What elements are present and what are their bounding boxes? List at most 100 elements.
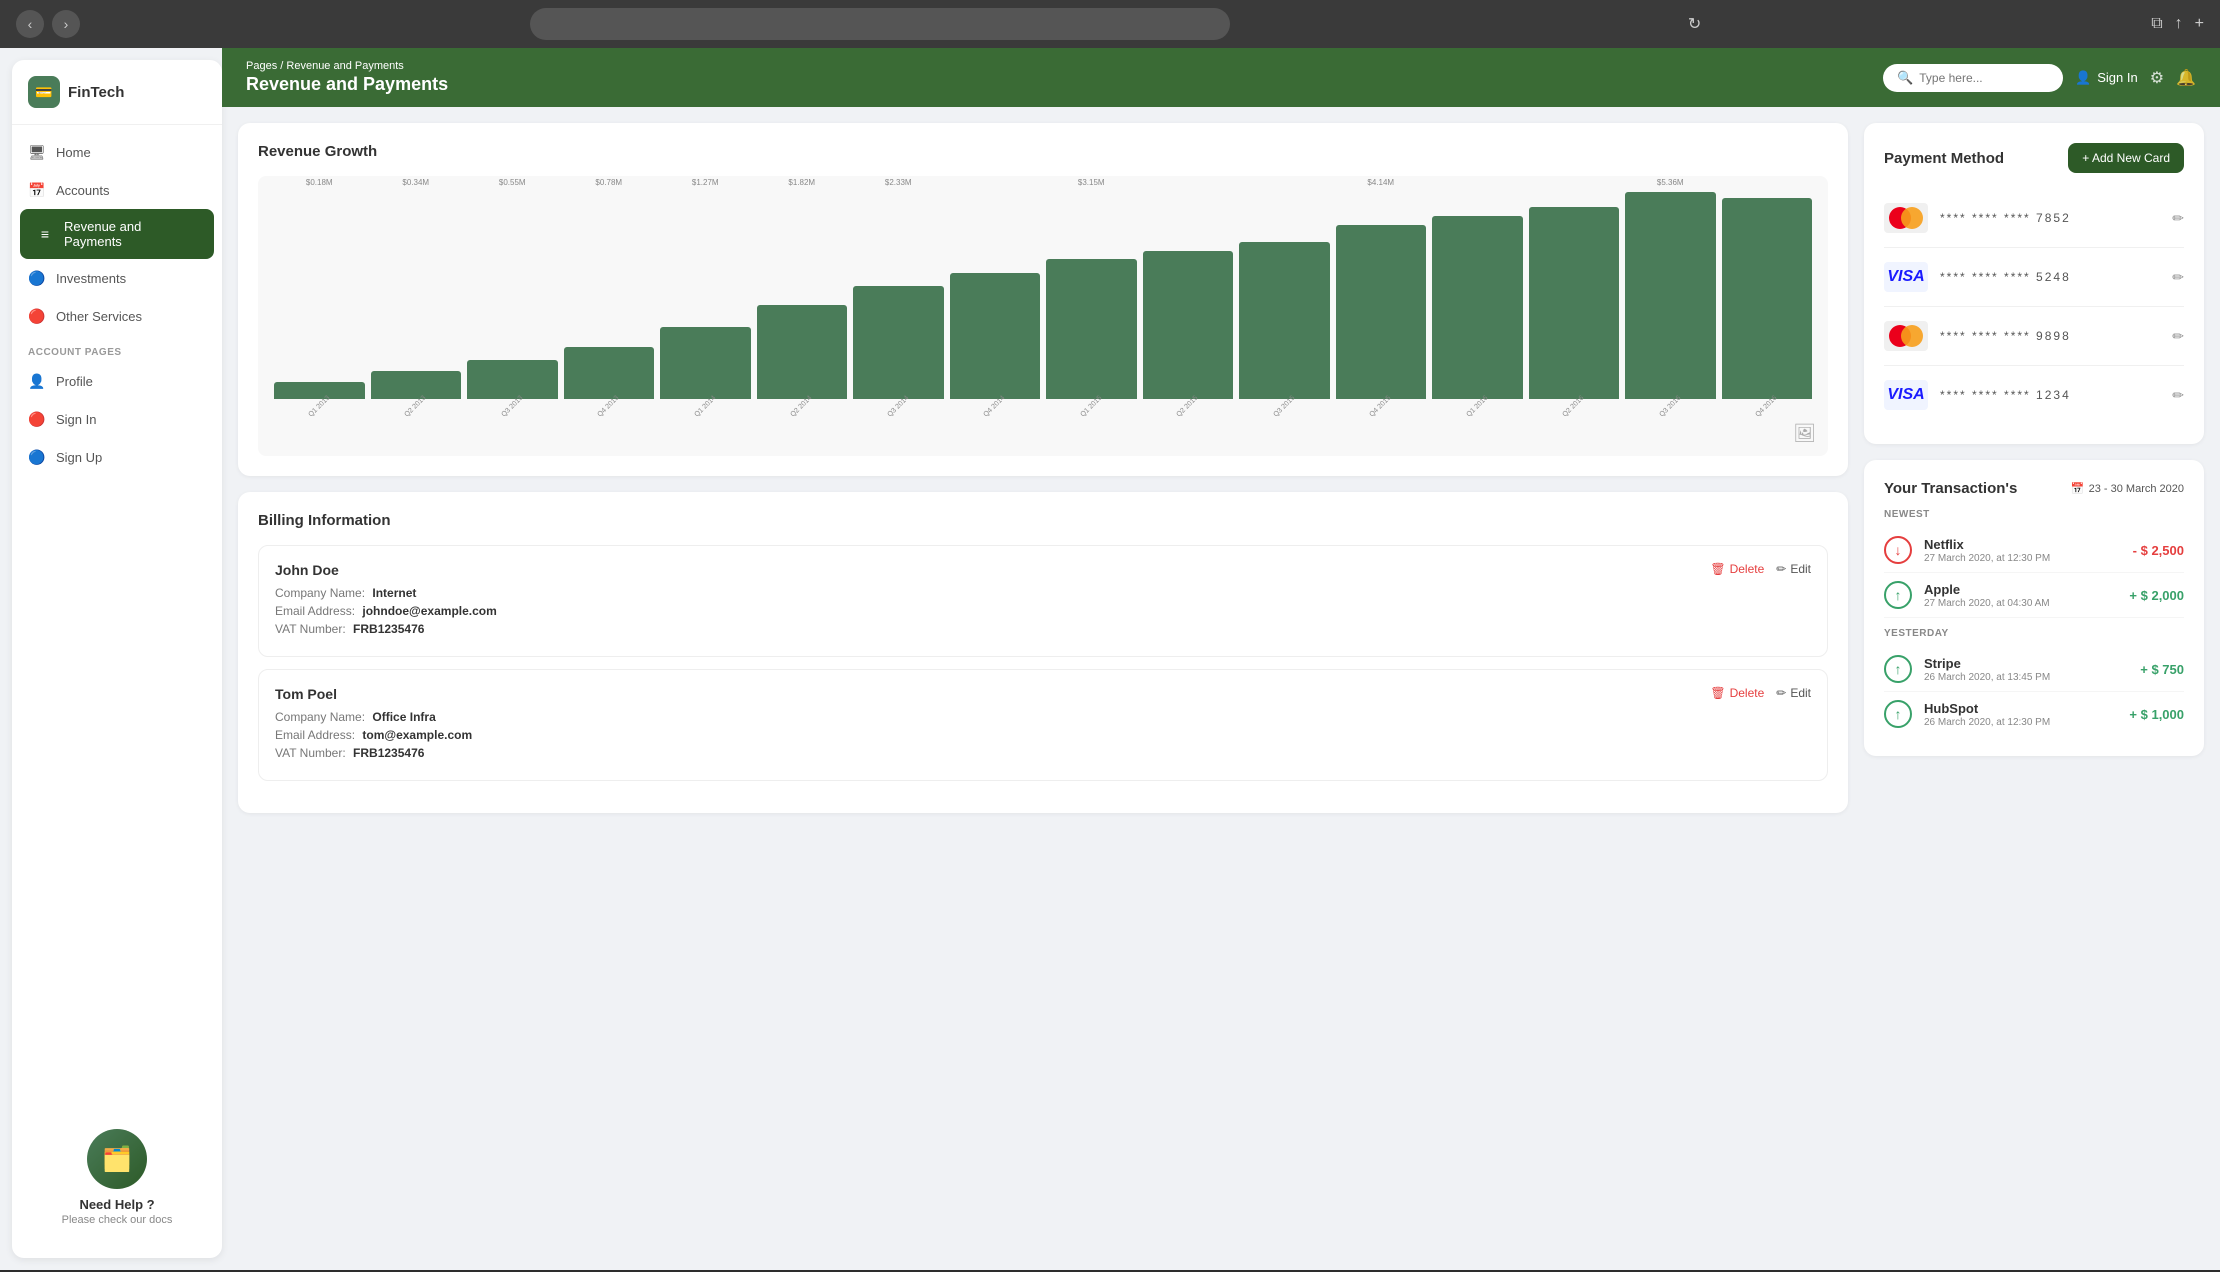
trash-icon-0: 🗑 (1710, 562, 1725, 576)
edit-card-icon-2[interactable]: ✏ (2172, 328, 2184, 345)
delete-button-0[interactable]: 🗑 Delete (1710, 562, 1764, 576)
sidebar-help: 🗂️ Need Help ? Please check our docs (12, 1113, 222, 1242)
sidebar-item-accounts[interactable]: 📅 Accounts (12, 171, 222, 209)
bar-label-5: $1.82M (788, 178, 815, 187)
bar-12 (1432, 216, 1523, 399)
billing-actions-1: 🗑 Delete ✏ Edit (1710, 686, 1811, 700)
bar-label-6: $2.33M (885, 178, 912, 187)
forward-button[interactable]: › (52, 10, 80, 38)
help-icon-container: 🗂️ (87, 1129, 147, 1189)
bar-wrapper-6: $2.33MQ3 2014 (853, 192, 944, 410)
edit-button-1[interactable]: ✏ Edit (1776, 686, 1811, 700)
bar-label-8: $3.15M (1078, 178, 1105, 187)
mc-circle2-0 (1901, 207, 1923, 229)
bell-icon[interactable]: 🔔 (2176, 68, 2196, 88)
content-right: Payment Method + Add New Card (1864, 123, 2204, 1254)
bar-label-3: $0.78M (595, 178, 622, 187)
chart-bars: $0.18MQ1 2013$0.34MQ2 2013$0.55MQ3 2013$… (274, 192, 1812, 440)
bar-wrapper-12: Q1 2016 (1432, 192, 1523, 410)
accounts-icon: 📅 (28, 181, 46, 199)
edit-label-1: Edit (1790, 686, 1811, 700)
tx-amount-netflix: - $ 2,500 (2133, 543, 2184, 558)
tx-amount-hubspot: + $ 1,000 (2129, 707, 2184, 722)
bar-5 (757, 305, 848, 399)
sidebar-item-signin[interactable]: 🔴 Sign In (12, 400, 222, 438)
reload-button[interactable]: ↻ (1688, 14, 1701, 34)
bar-label-11: $4.14M (1367, 178, 1394, 187)
edit-button-0[interactable]: ✏ Edit (1776, 562, 1811, 576)
browser-nav: ‹ › (16, 10, 80, 38)
transactions-title: Your Transaction's (1884, 480, 2017, 497)
logo-text: FinTech (68, 84, 124, 101)
card-dots-2: **** **** **** 9898 (1940, 329, 2071, 343)
sidebar-item-home[interactable]: 🖥 Home (12, 133, 222, 171)
signin-label: Sign In (2097, 70, 2137, 85)
payment-left-3: VISA **** **** **** 1234 (1884, 380, 2071, 410)
bar-6 (853, 286, 944, 399)
bar-wrapper-13: Q2 2016 (1529, 192, 1620, 410)
payment-left-1: VISA **** **** **** 5248 (1884, 262, 2071, 292)
account-section-label: ACCOUNT PAGES (12, 335, 222, 362)
card-dots-1: **** **** **** 5248 (1940, 270, 2071, 284)
payment-item-1: VISA **** **** **** 5248 ✏ (1884, 248, 2184, 307)
tx-info-netflix: Netflix 27 March 2020, at 12:30 PM (1924, 537, 2121, 564)
help-subtitle: Please check our docs (28, 1214, 206, 1226)
bar-10 (1239, 242, 1330, 399)
tx-icon-stripe: ↑ (1884, 655, 1912, 683)
share-icon[interactable]: ↑ (2175, 15, 2183, 33)
delete-button-1[interactable]: 🗑 Delete (1710, 686, 1764, 700)
signup-icon: 🔵 (28, 448, 46, 466)
bar-label-2: $0.55M (499, 178, 526, 187)
bar-label-14: $5.36M (1657, 178, 1684, 187)
add-icon[interactable]: + (2195, 15, 2204, 33)
back-button[interactable]: ‹ (16, 10, 44, 38)
visa-text-3: VISA (1887, 386, 1924, 404)
bar-label-1: $0.34M (402, 178, 429, 187)
sidebar-item-investments[interactable]: 🔵 Investments (12, 259, 222, 297)
card-dots-3: **** **** **** 1234 (1940, 388, 2071, 402)
bar-wrapper-2: $0.55MQ3 2013 (467, 192, 558, 410)
signin-button[interactable]: 👤 Sign In (2075, 70, 2138, 86)
payment-title: Payment Method (1884, 150, 2004, 167)
sidebar-item-other-label: Other Services (56, 309, 142, 324)
newest-label: NEWEST (1884, 509, 2184, 520)
content-area: Revenue Growth $0.18MQ1 2013$0.34MQ2 201… (222, 107, 2220, 1270)
sidebar-item-signup[interactable]: 🔵 Sign Up (12, 438, 222, 476)
delete-label-0: Delete (1730, 562, 1765, 576)
gear-icon[interactable]: ⚙ (2150, 68, 2164, 88)
tx-name-stripe: Stripe (1924, 656, 2128, 671)
sidebar-item-signup-label: Sign Up (56, 450, 102, 465)
user-icon: 👤 (2075, 70, 2091, 86)
bar-2 (467, 360, 558, 399)
transaction-netflix: ↓ Netflix 27 March 2020, at 12:30 PM - $… (1884, 528, 2184, 573)
sidebar-item-other-services[interactable]: 🔴 Other Services (12, 297, 222, 335)
bar-14 (1625, 192, 1716, 399)
bar-8 (1046, 259, 1137, 399)
billing-name-1: Tom Poel (275, 686, 1811, 702)
sidebar: 💳 FinTech 🖥 Home 📅 Accounts ≡ Revenue an… (12, 60, 222, 1258)
billing-company-1: Company Name: Office Infra (275, 710, 1811, 724)
edit-card-icon-3[interactable]: ✏ (2172, 387, 2184, 404)
address-bar[interactable] (530, 8, 1230, 40)
billing-card: Billing Information John Doe 🗑 Delete ✏ … (238, 492, 1848, 813)
search-bar[interactable]: 🔍 (1883, 64, 2063, 92)
edit-card-icon-1[interactable]: ✏ (2172, 269, 2184, 286)
sidebar-item-accounts-label: Accounts (56, 183, 109, 198)
sidebar-item-profile[interactable]: 👤 Profile (12, 362, 222, 400)
revenue-chart-title: Revenue Growth (258, 143, 1828, 160)
search-input[interactable] (1919, 71, 2049, 85)
add-card-button[interactable]: + Add New Card (2068, 143, 2184, 173)
tx-date-apple: 27 March 2020, at 04:30 AM (1924, 598, 2117, 609)
calendar-icon: 📅 (2071, 482, 2085, 495)
new-tab-icon[interactable]: ⧉ (2151, 15, 2162, 33)
payment-method-card: Payment Method + Add New Card (1864, 123, 2204, 444)
sidebar-item-revenue[interactable]: ≡ Revenue and Payments (20, 209, 214, 259)
edit-card-icon-0[interactable]: ✏ (2172, 210, 2184, 227)
tx-amount-apple: + $ 2,000 (2129, 588, 2184, 603)
tx-info-apple: Apple 27 March 2020, at 04:30 AM (1924, 582, 2117, 609)
tx-amount-stripe: + $ 750 (2140, 662, 2184, 677)
breadcrumb: Pages / Revenue and Payments (246, 60, 448, 72)
tx-icon-apple: ↑ (1884, 581, 1912, 609)
card-dots-0: **** **** **** 7852 (1940, 211, 2071, 225)
main-content: Pages / Revenue and Payments Revenue and… (222, 48, 2220, 1270)
